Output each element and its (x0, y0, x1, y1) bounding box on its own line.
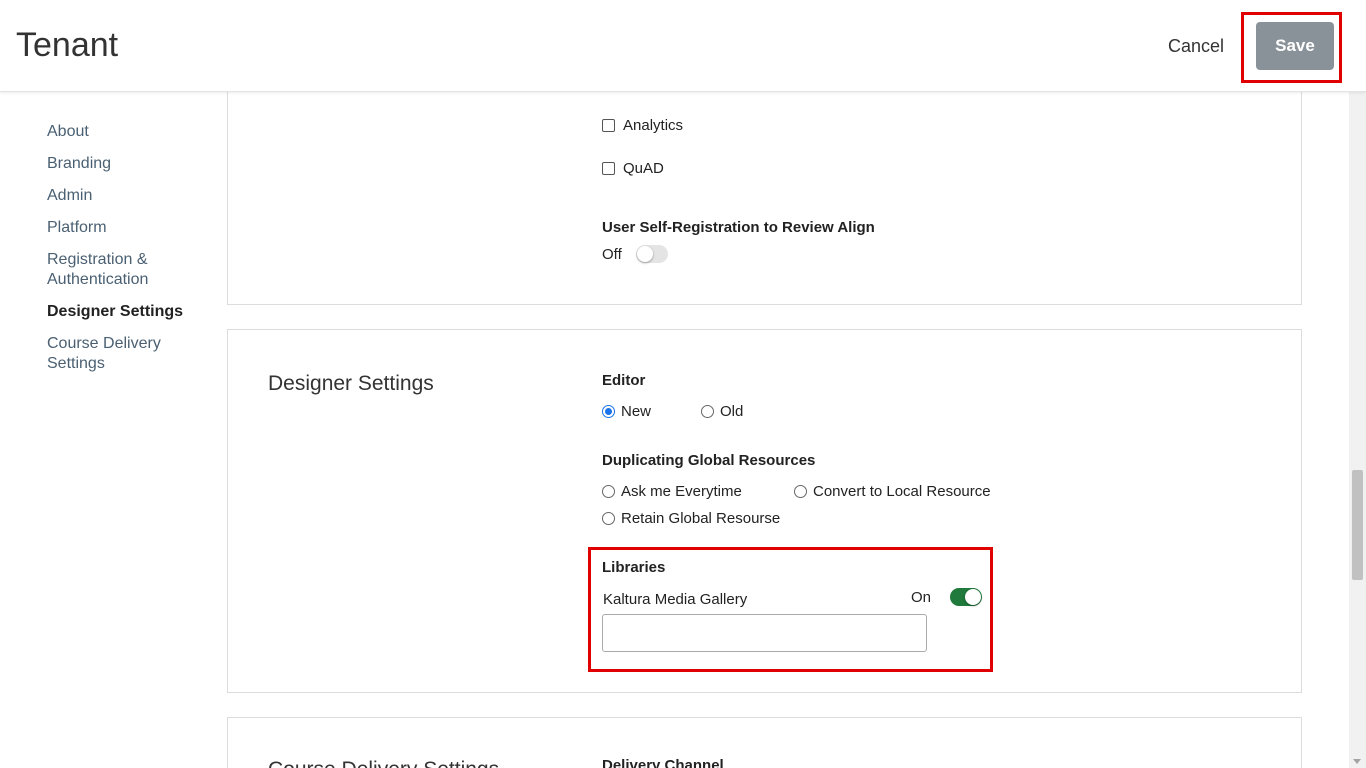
convert-local-radio[interactable] (794, 485, 807, 498)
scrollbar-thumb[interactable] (1352, 470, 1363, 580)
libraries-label: Libraries (602, 559, 666, 576)
kaltura-toggle-wrap (950, 588, 982, 611)
delivery-channel-label: Delivery Channel (602, 757, 724, 768)
analytics-label: Analytics (623, 117, 684, 134)
toggle-knob (636, 246, 653, 262)
duplicating-label: Duplicating Global Resources (602, 452, 816, 469)
kaltura-label: Kaltura Media Gallery (603, 591, 748, 608)
editor-new-radio[interactable] (602, 405, 615, 418)
save-button[interactable]: Save (1256, 22, 1334, 70)
kaltura-state: On (911, 589, 932, 606)
cancel-button[interactable]: Cancel (1168, 36, 1224, 57)
ask-me-everytime-option[interactable]: Ask me Everytime (602, 483, 742, 503)
sidebar-item-admin[interactable]: Admin (47, 186, 207, 206)
ask-me-everytime-label: Ask me Everytime (621, 483, 742, 500)
page-header: Tenant Cancel Save (0, 0, 1366, 92)
retain-global-option[interactable]: Retain Global Resourse (602, 510, 780, 530)
quad-checkbox[interactable] (602, 162, 615, 175)
quad-label: QuAD (623, 160, 664, 177)
designer-settings-title: Designer Settings (268, 372, 434, 395)
analytics-checkbox[interactable] (602, 119, 615, 132)
kaltura-toggle[interactable] (950, 588, 982, 606)
self-registration-toggle[interactable] (635, 245, 668, 263)
sidebar-nav: About Branding Admin Platform Registrati… (47, 122, 207, 386)
ask-me-everytime-radio[interactable] (602, 485, 615, 498)
sidebar-item-course-delivery-settings[interactable]: Course Delivery Settings (47, 334, 172, 374)
sidebar-item-branding[interactable]: Branding (47, 154, 207, 174)
editor-old-radio[interactable] (701, 405, 714, 418)
self-registration-state: Off (602, 245, 622, 263)
sidebar-item-registration-authentication[interactable]: Registration & Authentication (47, 250, 167, 290)
page-title: Tenant (16, 26, 119, 64)
toggle-knob (965, 589, 981, 605)
analytics-checkbox-row[interactable]: Analytics (602, 117, 683, 137)
convert-local-label: Convert to Local Resource (813, 483, 991, 500)
platform-options-card (227, 80, 1302, 305)
course-delivery-card: Course Delivery Settings (227, 717, 1302, 768)
retain-global-label: Retain Global Resourse (621, 510, 781, 527)
sidebar-item-designer-settings[interactable]: Designer Settings (47, 302, 207, 322)
sidebar-item-about[interactable]: About (47, 122, 207, 142)
editor-old-option[interactable]: Old (701, 403, 743, 423)
kaltura-url-input[interactable] (602, 614, 927, 652)
quad-checkbox-row[interactable]: QuAD (602, 160, 664, 180)
retain-global-radio[interactable] (602, 512, 615, 525)
editor-new-label: New (621, 403, 652, 420)
sidebar-item-platform[interactable]: Platform (47, 218, 207, 238)
convert-local-option[interactable]: Convert to Local Resource (794, 483, 991, 503)
self-registration-toggle-row: Off (602, 245, 668, 263)
editor-label: Editor (602, 372, 646, 389)
scroll-down-arrow-icon[interactable] (1353, 759, 1361, 764)
self-registration-label: User Self-Registration to Review Align (602, 219, 875, 236)
editor-new-option[interactable]: New (602, 403, 651, 423)
course-delivery-title: Course Delivery Settings (268, 758, 499, 768)
editor-old-label: Old (720, 403, 744, 420)
page-scrollbar[interactable] (1349, 92, 1366, 768)
